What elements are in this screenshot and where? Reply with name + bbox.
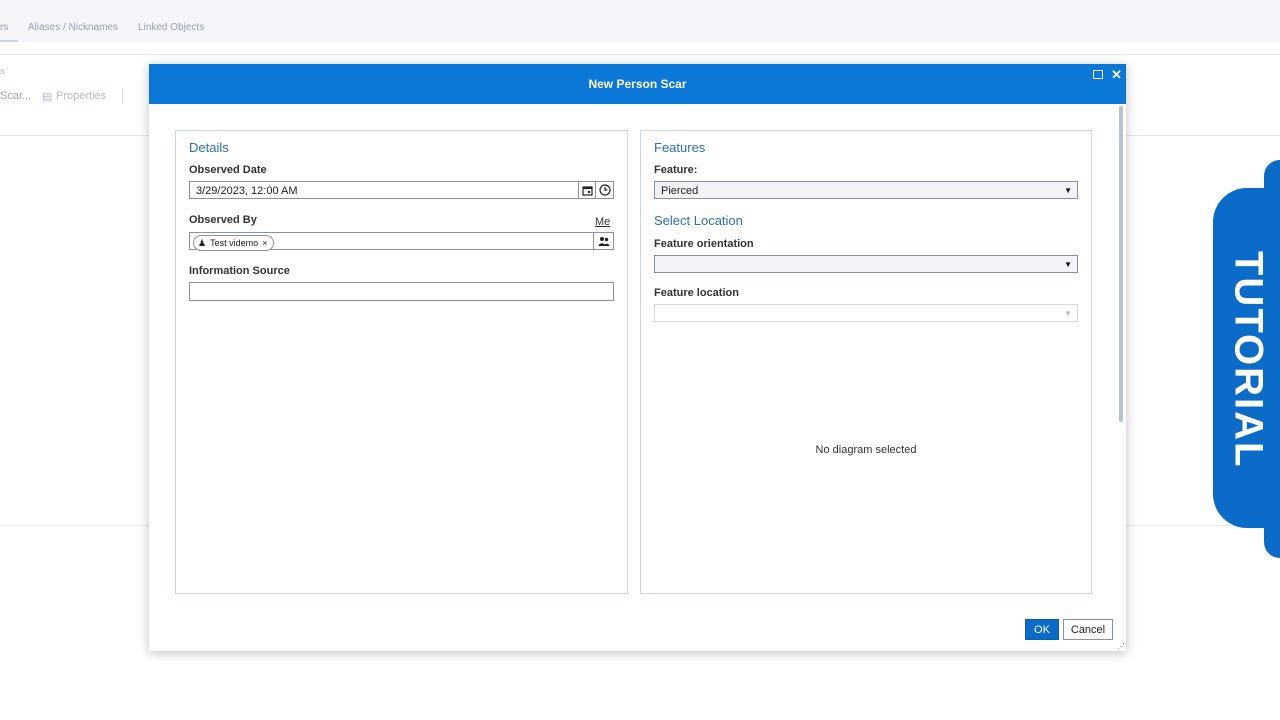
information-source-label: Information Source bbox=[189, 265, 290, 277]
background-tab-bar bbox=[0, 0, 1280, 42]
features-panel: Features Feature: Pierced ▼ Select Locat… bbox=[640, 130, 1092, 594]
details-panel: Details Observed Date 3/29/2023, 12:00 A… bbox=[175, 130, 628, 594]
dialog-title: New Person Scar bbox=[588, 77, 687, 91]
background-tab-underline bbox=[0, 40, 18, 42]
background-toolbar-caption: s bbox=[0, 66, 5, 76]
observed-by-input[interactable]: ♟ Test videmo × bbox=[189, 232, 594, 251]
chevron-down-icon: ▼ bbox=[1064, 309, 1072, 318]
observed-by-label: Observed By bbox=[189, 214, 257, 226]
feature-location-label: Feature location bbox=[654, 287, 739, 299]
observed-date-label: Observed Date bbox=[189, 164, 267, 176]
feature-select-value: Pierced bbox=[661, 185, 699, 197]
background-tab-identifiers[interactable]: rs bbox=[0, 22, 8, 33]
chevron-down-icon: ▼ bbox=[1064, 186, 1072, 195]
background-properties-button[interactable]: Properties bbox=[56, 90, 106, 102]
details-title: Details bbox=[189, 140, 229, 155]
tutorial-label: TUTORIAL bbox=[1226, 251, 1271, 469]
no-diagram-message: No diagram selected bbox=[815, 444, 917, 456]
chip-remove-icon[interactable]: × bbox=[262, 236, 267, 250]
observed-date-input[interactable]: 3/29/2023, 12:00 AM bbox=[189, 181, 579, 199]
background-tab-aliases[interactable]: Aliases / Nicknames bbox=[28, 22, 118, 33]
new-person-scar-dialog: New Person Scar ✕ Details Observed Date … bbox=[149, 64, 1126, 651]
feature-location-select: ▼ bbox=[654, 304, 1078, 322]
background-divider bbox=[0, 54, 1280, 55]
chevron-down-icon: ▼ bbox=[1064, 260, 1072, 269]
select-location-title: Select Location bbox=[654, 213, 743, 228]
observed-by-chip-label: Test videmo bbox=[210, 238, 259, 248]
resize-grip-icon[interactable]: ⋰ bbox=[1117, 642, 1125, 651]
feature-select[interactable]: Pierced ▼ bbox=[654, 181, 1078, 199]
close-icon[interactable]: ✕ bbox=[1111, 67, 1122, 83]
ok-button[interactable]: OK bbox=[1025, 619, 1059, 640]
feature-orientation-select[interactable]: ▼ bbox=[654, 255, 1078, 273]
people-picker-icon[interactable] bbox=[593, 232, 614, 250]
calendar-icon[interactable] bbox=[578, 181, 596, 199]
observed-by-chip: ♟ Test videmo × bbox=[193, 235, 275, 251]
features-title: Features bbox=[654, 140, 706, 155]
feature-label: Feature: bbox=[654, 164, 698, 176]
information-source-input[interactable] bbox=[189, 282, 614, 301]
feature-orientation-label: Feature orientation bbox=[654, 238, 754, 250]
maximize-icon[interactable] bbox=[1093, 70, 1103, 79]
background-scar-button[interactable]: Scar... bbox=[0, 90, 31, 102]
me-link[interactable]: Me bbox=[595, 216, 610, 228]
cancel-button[interactable]: Cancel bbox=[1063, 619, 1113, 640]
dialog-scrollbar[interactable] bbox=[1119, 106, 1123, 422]
dialog-header: New Person Scar bbox=[149, 64, 1126, 104]
background-properties-icon: ▤ bbox=[42, 91, 53, 103]
background-toolbar-separator bbox=[122, 88, 123, 104]
background-tab-linked-objects[interactable]: Linked Objects bbox=[138, 22, 204, 33]
person-icon: ♟ bbox=[198, 238, 207, 248]
clock-icon[interactable] bbox=[595, 181, 614, 199]
